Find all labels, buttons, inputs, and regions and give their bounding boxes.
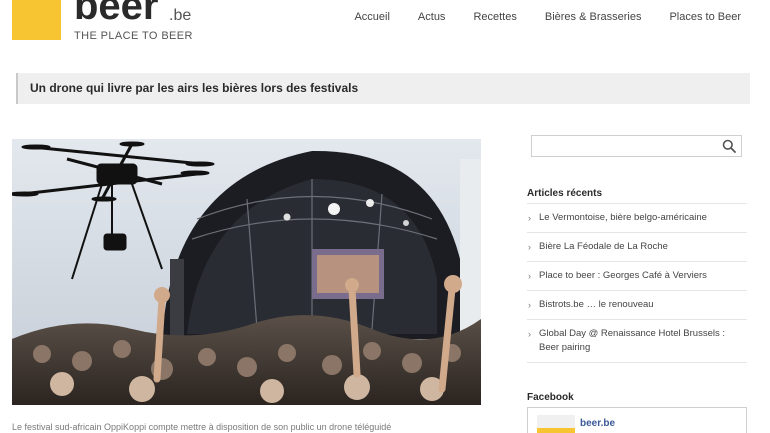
search-input[interactable]	[532, 136, 717, 156]
nav-item-places-to-beer[interactable]: Places to Beer	[655, 10, 748, 24]
recent-article-label: Bistrots.be … le renouveau	[539, 299, 654, 310]
nav-item-actus[interactable]: Actus	[404, 10, 460, 24]
chevron-right-icon: ›	[528, 329, 531, 339]
avatar-brand-strip	[537, 428, 575, 433]
chevron-right-icon: ›	[528, 271, 531, 281]
chevron-right-icon: ›	[528, 213, 531, 223]
recent-articles-list: › Le Vermontoise, bière belgo-américaine…	[527, 204, 747, 363]
logo-tld: .be	[169, 7, 192, 24]
search-box	[531, 135, 742, 157]
recent-article-label: Bière La Féodale de La Roche	[539, 241, 668, 252]
recent-article-item[interactable]: › Bière La Féodale de La Roche	[527, 233, 747, 262]
recent-article-item[interactable]: › Place to beer : Georges Café à Vervier…	[527, 262, 747, 291]
recent-article-label: Global Day @ Renaissance Hotel Brussels …	[539, 328, 726, 353]
logo-tagline: THE PLACE TO BEER	[74, 30, 193, 42]
article-title: Un drone qui livre par les airs les bièr…	[30, 81, 359, 95]
drone-concert-photo-icon	[12, 139, 481, 405]
article-image[interactable]	[12, 139, 481, 405]
facebook-page-avatar[interactable]	[537, 415, 575, 433]
chevron-right-icon: ›	[528, 242, 531, 252]
nav-item-recettes[interactable]: Recettes	[459, 10, 530, 24]
logo-square[interactable]	[12, 0, 61, 40]
logo-wordmark[interactable]: beer	[74, 0, 159, 26]
facebook-widget-title: Facebook	[527, 392, 574, 403]
recent-article-item[interactable]: › Bistrots.be … le renouveau	[527, 291, 747, 320]
recent-articles-title: Articles récents	[527, 188, 603, 199]
article-caption: Le festival sud-africain OppiKoppi compt…	[12, 422, 392, 432]
nav-item-accueil[interactable]: Accueil	[340, 10, 403, 24]
recent-article-label: Place to beer : Georges Café à Verviers	[539, 270, 707, 281]
facebook-page-box: beer.be	[527, 407, 747, 433]
recent-article-label: Le Vermontoise, bière belgo-américaine	[539, 212, 707, 223]
article-title-bar: Un drone qui livre par les airs les bièr…	[16, 73, 750, 104]
search-icon[interactable]	[722, 139, 736, 153]
nav-item-bieres-brasseries[interactable]: Bières & Brasseries	[531, 10, 656, 24]
recent-article-item[interactable]: › Le Vermontoise, bière belgo-américaine	[527, 204, 747, 233]
chevron-right-icon: ›	[528, 300, 531, 310]
main-nav: Accueil Actus Recettes Bières & Brasseri…	[340, 10, 748, 24]
recent-article-item[interactable]: › Global Day @ Renaissance Hotel Brussel…	[527, 320, 747, 363]
facebook-page-link[interactable]: beer.be	[580, 418, 615, 430]
